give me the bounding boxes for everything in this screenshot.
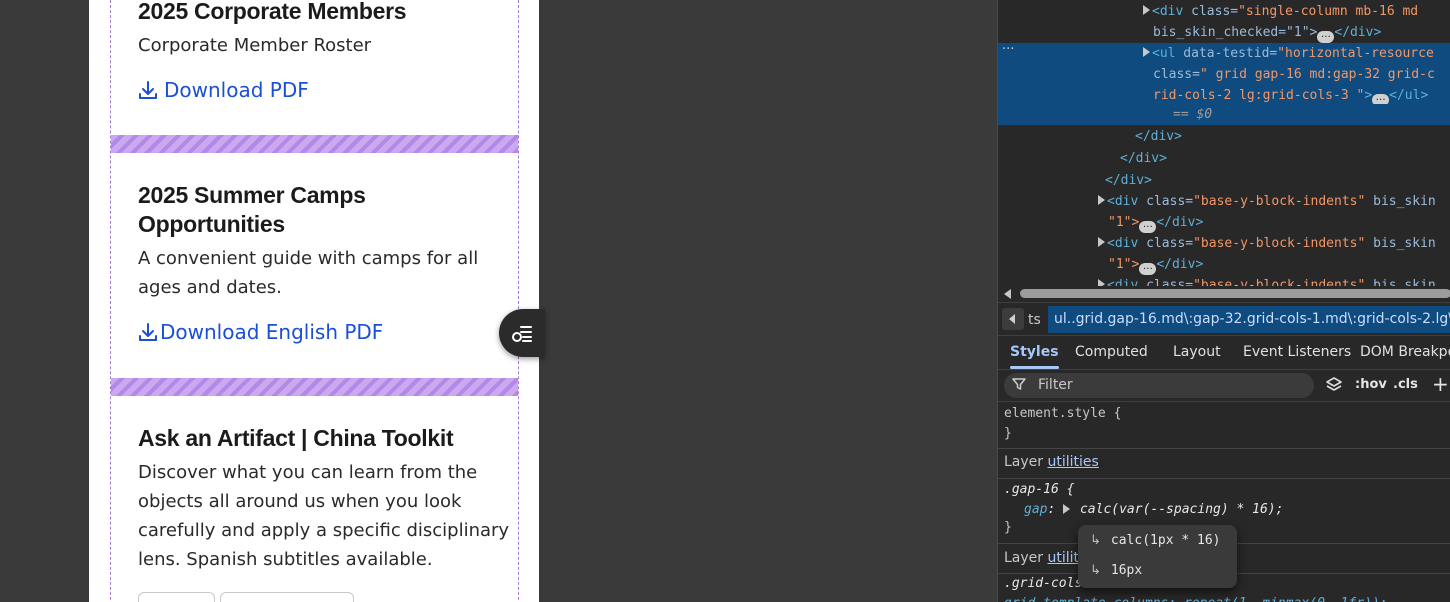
rule-close: } <box>1004 520 1012 535</box>
tooltip-row: ↳ 16px <box>1090 563 1143 578</box>
dom-node[interactable]: </div> <box>998 170 1450 191</box>
tag-button[interactable] <box>138 592 215 602</box>
tab-dom-breakpoints[interactable]: DOM Breakpoints <box>1360 336 1450 369</box>
tab-event-listeners[interactable]: Event Listeners <box>1243 336 1351 369</box>
tab-layout[interactable]: Layout <box>1173 336 1221 369</box>
collapsed-ellipsis-icon[interactable]: … <box>1139 220 1157 233</box>
tab-styles[interactable]: Styles <box>1010 336 1059 369</box>
dom-node-continuation: bis_skin_checked="1">… </div> <box>998 22 1450 43</box>
download-icon <box>139 81 157 99</box>
dom-node-selected[interactable]: ··· <ul data-testid="horizontal-resource <box>998 42 1450 64</box>
more-options-icon[interactable]: ··· <box>1002 39 1014 60</box>
tag-button[interactable] <box>220 592 354 602</box>
resource-card-corporate: 2025 Corporate Members Corporate Member … <box>111 0 518 133</box>
layer-link-utilities[interactable]: utilities <box>1048 454 1099 470</box>
layer-header: Layer utilities <box>1004 454 1099 470</box>
dom-node[interactable]: <div class="base-y-block-indents" bis_sk… <box>998 275 1450 286</box>
devtools-panel: <div class="single-column mb-16 md bis_s… <box>997 0 1450 602</box>
divider <box>998 478 1450 479</box>
card-description-line: Discover what you can learn from the <box>138 462 478 483</box>
card-title: Ask an Artifact | China Toolkit <box>138 425 454 451</box>
hover-state-toggle[interactable]: :hov <box>1355 377 1387 392</box>
grid-gap-band <box>111 378 518 396</box>
calc-evaluation-tooltip: ↳ calc(1px * 16) ↳ 16px <box>1078 525 1237 588</box>
download-english-pdf-label: Download English PDF <box>160 320 384 344</box>
grid-gap-band <box>111 135 518 153</box>
toc-list-icon <box>512 326 532 342</box>
card-description: Corporate Member Roster <box>138 35 372 56</box>
expand-triangle-icon[interactable] <box>1063 504 1071 514</box>
download-pdf-label: Download PDF <box>164 78 309 102</box>
expand-triangle-icon[interactable] <box>1098 279 1105 286</box>
styles-filter-input[interactable]: Filter <box>1004 373 1314 398</box>
card-description-line: A convenient guide with camps for all <box>138 248 479 269</box>
expand-triangle-icon[interactable] <box>1098 237 1105 247</box>
filter-icon <box>1012 378 1026 390</box>
toc-toggle-button[interactable] <box>499 309 545 357</box>
elements-tree[interactable]: <div class="single-column mb-16 md bis_s… <box>998 0 1450 286</box>
styles-toolbar: Filter :hov .cls + <box>998 370 1450 402</box>
breadcrumb-item[interactable]: ts <box>1028 312 1041 328</box>
tooltip-row: ↳ calc(1px * 16) <box>1090 533 1221 548</box>
dom-node[interactable]: <div class="single-column mb-16 md <box>998 1 1450 22</box>
card-title: 2025 Corporate Members <box>138 0 407 24</box>
dom-node[interactable]: </div> <box>998 148 1450 169</box>
breadcrumb: ts ul..grid.gap-16.md\:gap-32.grid-cols-… <box>998 302 1450 336</box>
breadcrumb-item-current[interactable]: ul..grid.gap-16.md\:gap-32.grid-cols-1.m… <box>1048 306 1450 333</box>
dom-node[interactable]: </div> <box>998 126 1450 147</box>
rule-selector[interactable]: .grid-cols <box>1004 574 1082 594</box>
resource-card-ask-an-artifact: Ask an Artifact | China Toolkit Discover… <box>111 396 518 602</box>
scroll-left-icon[interactable] <box>1004 289 1011 299</box>
dom-node-selected-continuation[interactable]: class=" grid gap-16 md:gap-32 grid-c <box>998 64 1450 85</box>
styles-tabbar: Styles Computed Layout Event Listeners D… <box>998 336 1450 370</box>
css-declaration-partial[interactable]: grid-template-columns: repeat(1, minmax(… <box>1004 594 1388 602</box>
dom-node[interactable]: <div class="base-y-block-indents" bis_sk… <box>998 233 1450 254</box>
download-english-pdf-link[interactable]: Download English PDF <box>138 320 383 344</box>
resource-page: 2025 Corporate Members Corporate Member … <box>89 0 539 602</box>
download-icon <box>139 323 157 341</box>
dom-node-continuation: "1">… </div> <box>998 212 1450 233</box>
dom-node[interactable]: <div class="base-y-block-indents" bis_sk… <box>998 191 1450 212</box>
tab-computed[interactable]: Computed <box>1075 336 1148 369</box>
rule-selector[interactable]: .gap-16 { <box>1004 480 1074 500</box>
elements-horizontal-scrollbar[interactable] <box>998 286 1450 302</box>
class-toggle[interactable]: .cls <box>1393 377 1418 392</box>
breadcrumb-back-button[interactable] <box>1002 308 1024 330</box>
expand-triangle-icon[interactable] <box>1143 5 1150 15</box>
card-description-line: lens. Spanish subtitles available. <box>138 549 433 570</box>
card-description-line: ages and dates. <box>138 277 282 298</box>
css-declaration[interactable]: gap: calc(var(--spacing) * 16); <box>1024 500 1283 520</box>
element-style-selector: element.style { <box>1004 406 1122 421</box>
download-pdf-link[interactable]: Download PDF <box>138 78 309 102</box>
card-title-line: 2025 Summer Camps <box>138 182 366 208</box>
collapsed-ellipsis-icon[interactable]: … <box>1317 30 1335 43</box>
divider <box>998 448 1450 449</box>
layers-icon[interactable] <box>1325 376 1343 394</box>
card-description-line: objects all around us when you look <box>138 491 462 512</box>
screen: 2025 Corporate Members Corporate Member … <box>0 0 1450 602</box>
card-title-line: Opportunities <box>138 211 285 237</box>
element-style-close: } <box>1004 426 1012 441</box>
dom-node-selected-continuation[interactable]: rid-cols-2 lg:grid-cols-3 ">… </ul> <box>998 85 1450 106</box>
card-description-line: carefully and apply a specific disciplin… <box>138 520 510 541</box>
collapsed-ellipsis-icon[interactable]: … <box>1139 262 1157 275</box>
dom-node-continuation: "1">… </div> <box>998 254 1450 275</box>
expand-triangle-icon[interactable] <box>1098 195 1105 205</box>
dom-node-selected-marker: == $0 <box>998 104 1450 125</box>
scrollbar-thumb[interactable] <box>1020 289 1450 298</box>
expand-triangle-icon[interactable] <box>1143 47 1150 57</box>
add-rule-icon[interactable]: + <box>1432 372 1449 396</box>
resource-card-summer-camps: 2025 Summer Camps Opportunities A conven… <box>111 153 518 377</box>
page-viewport: 2025 Corporate Members Corporate Member … <box>0 0 997 602</box>
